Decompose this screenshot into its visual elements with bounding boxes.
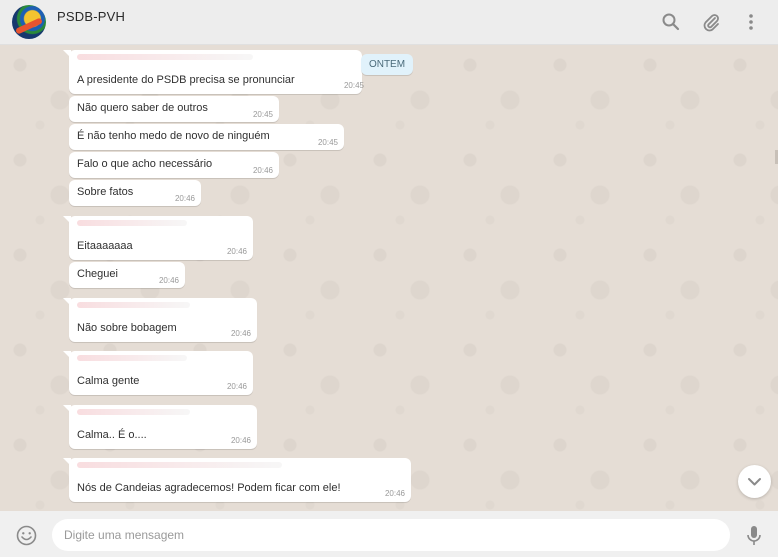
message-text: Calma.. É o.... bbox=[77, 429, 147, 441]
message-text: É não tenho medo de novo de ninguém bbox=[77, 130, 270, 142]
message-time: 20:45 bbox=[317, 138, 338, 147]
message-list[interactable]: A presidente do PSDB precisa se pronunci… bbox=[0, 45, 778, 511]
message-time: 20:46 bbox=[226, 382, 247, 391]
sender-name-obscured bbox=[77, 409, 190, 415]
message-bubble[interactable]: Calma gente 20:46 bbox=[63, 351, 253, 395]
search-icon[interactable] bbox=[661, 12, 681, 32]
message-time: 20:46 bbox=[230, 436, 251, 445]
group-avatar[interactable] bbox=[12, 5, 46, 39]
message-bubble[interactable]: Sobre fatos 20:46 bbox=[69, 180, 201, 206]
kebab-menu-icon[interactable] bbox=[741, 12, 759, 32]
message-input[interactable] bbox=[52, 519, 730, 551]
message-bubble[interactable]: Calma.. É o.... 20:46 bbox=[63, 405, 257, 449]
message-time: 20:46 bbox=[174, 194, 195, 203]
message-time: 20:46 bbox=[158, 276, 179, 285]
message-text: Não sobre bobagem bbox=[77, 322, 177, 334]
message-time: 20:45 bbox=[343, 81, 364, 90]
message-bubble[interactable]: A presidente do PSDB precisa se pronunci… bbox=[63, 50, 364, 94]
message-bubble[interactable]: Falo o que acho necessário 20:46 bbox=[69, 152, 279, 178]
scroll-to-bottom-button[interactable] bbox=[738, 465, 771, 498]
sender-name-obscured bbox=[77, 220, 188, 226]
microphone-icon[interactable] bbox=[745, 525, 763, 547]
message-bubble[interactable]: É não tenho medo de novo de ninguém 20:4… bbox=[69, 124, 344, 150]
sender-name-obscured bbox=[77, 462, 283, 468]
message-text: A presidente do PSDB precisa se pronunci… bbox=[77, 74, 295, 86]
message-bubble[interactable]: Eitaaaaaaa 20:46 bbox=[63, 216, 253, 260]
message-time: 20:46 bbox=[226, 247, 247, 256]
sender-name-obscured bbox=[77, 355, 188, 361]
message-time: 20:45 bbox=[252, 110, 273, 119]
message-text: Nós de Candeias agradecemos! Podem ficar… bbox=[77, 482, 341, 494]
sender-name-obscured bbox=[77, 54, 253, 60]
message-text: Calma gente bbox=[77, 375, 140, 387]
message-text: Cheguei bbox=[77, 268, 118, 280]
message-time: 20:46 bbox=[252, 166, 273, 175]
message-text: Sobre fatos bbox=[77, 186, 134, 198]
sender-name-obscured bbox=[77, 302, 190, 308]
chat-title[interactable]: PSDB-PVH bbox=[57, 9, 125, 24]
date-divider: ONTEM bbox=[361, 54, 413, 75]
message-bubble[interactable]: Nós de Candeias agradecemos! Podem ficar… bbox=[63, 458, 411, 502]
emoji-icon[interactable] bbox=[16, 525, 37, 546]
message-bubble[interactable]: Cheguei 20:46 bbox=[69, 262, 185, 288]
message-bubble[interactable]: Não quero saber de outros 20:45 bbox=[69, 96, 279, 122]
message-time: 20:46 bbox=[230, 329, 251, 338]
paperclip-icon[interactable] bbox=[701, 12, 721, 32]
message-text: Não quero saber de outros bbox=[77, 102, 208, 114]
message-text: Falo o que acho necessário bbox=[77, 158, 213, 170]
composer-bar bbox=[0, 511, 778, 557]
message-text: Eitaaaaaaa bbox=[77, 240, 133, 252]
chat-header: PSDB-PVH bbox=[0, 0, 778, 45]
chevron-down-icon bbox=[748, 478, 761, 486]
message-time: 20:46 bbox=[384, 489, 405, 498]
message-bubble[interactable]: Não sobre bobagem 20:46 bbox=[63, 298, 257, 342]
